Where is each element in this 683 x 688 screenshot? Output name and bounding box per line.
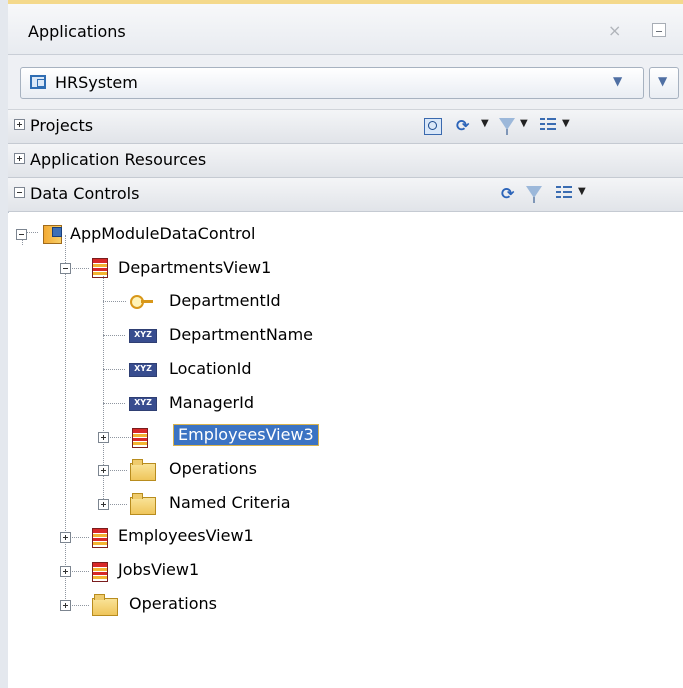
tree-row-employees-view3[interactable]: EmployeesView3 [8,424,683,453]
tree-row-location-id[interactable]: XYZ LocationId [8,359,683,387]
filter-icon[interactable] [499,118,515,135]
application-menu-button[interactable]: ▼ [649,67,679,99]
expand-icon[interactable] [60,566,71,577]
view-object-icon [92,562,108,582]
chevron-down-icon[interactable]: ▼ [578,186,586,197]
expand-icon[interactable] [98,432,109,443]
collapse-icon[interactable] [14,187,25,198]
tree-node-label: AppModuleDataControl [70,224,256,243]
close-icon[interactable]: × [608,21,621,40]
tree-row-root[interactable]: AppModuleDataControl [8,223,683,251]
list-icon[interactable] [556,185,572,199]
filter-icon[interactable] [526,186,542,203]
data-controls-title: Data Controls [30,184,140,203]
data-controls-tree: AppModuleDataControl DepartmentsView1 De… [8,213,683,688]
panel-title-bar: Applications × [8,4,683,55]
applications-panel: Applications × HRSystem ▼ ▼ Projects ⟳ ▼… [0,0,683,688]
tree-row-root-operations[interactable]: Operations [8,593,683,621]
tree-row-operations[interactable]: Operations [8,458,683,486]
tree-node-label: LocationId [169,359,252,378]
tree-node-label: Operations [129,594,217,613]
expand-icon[interactable] [60,532,71,543]
app-module-icon [43,225,62,244]
chevron-down-icon[interactable]: ▼ [520,118,528,129]
tree-row-department-id[interactable]: DepartmentId [8,291,683,319]
expand-icon[interactable] [98,465,109,476]
expand-icon[interactable] [98,499,109,510]
application-name: HRSystem [55,73,138,92]
tree-row-manager-id[interactable]: XYZ ManagerId [8,393,683,421]
application-resources-title: Application Resources [30,150,207,169]
tree-node-label: DepartmentName [169,325,314,344]
chevron-down-icon[interactable]: ▼ [562,118,570,129]
view-object-icon [92,528,108,548]
chevron-down-icon[interactable]: ▼ [613,74,622,88]
tree-row-employees-view1[interactable]: EmployeesView1 [8,525,683,553]
folder-icon [130,459,156,481]
tree-row-department-name[interactable]: XYZ DepartmentName [8,325,683,353]
key-icon [130,295,154,309]
application-selector-row: HRSystem ▼ ▼ [8,55,683,110]
application-resources-section-header[interactable]: Application Resources [8,144,683,178]
projects-section-header[interactable]: Projects ⟳ ▼ ▼ ▼ [8,110,683,144]
expand-icon[interactable] [60,600,71,611]
tree-node-label: ManagerId [169,393,255,412]
search-icon[interactable] [424,118,442,135]
view-object-icon [132,428,148,448]
panel-title: Applications [28,22,126,41]
chevron-down-icon[interactable]: ▼ [481,118,489,129]
folder-icon [130,493,156,515]
tree-node-label: EmployeesView1 [118,526,254,545]
application-icon [30,75,46,89]
collapse-icon[interactable] [60,263,71,274]
expand-icon[interactable] [14,119,25,130]
application-combo[interactable]: HRSystem ▼ [20,67,644,99]
attribute-icon: XYZ [129,397,157,411]
chevron-down-icon: ▼ [658,74,668,88]
expand-icon[interactable] [14,153,25,164]
tree-row-named-criteria[interactable]: Named Criteria [8,492,683,520]
tree-row-jobs-view1[interactable]: JobsView1 [8,559,683,587]
data-controls-section-header[interactable]: Data Controls ⟳ ▼ [8,178,683,212]
folder-icon [92,594,118,616]
tree-row-departments-view[interactable]: DepartmentsView1 [8,256,683,284]
view-object-icon [92,258,108,278]
projects-title: Projects [30,116,94,135]
tree-node-label: Operations [169,459,257,478]
refresh-icon[interactable]: ⟳ [501,184,514,203]
list-icon[interactable] [540,117,556,131]
attribute-icon: XYZ [129,363,157,377]
tree-node-label: JobsView1 [118,560,200,579]
selected-tree-node-label: EmployeesView3 [173,424,319,446]
attribute-icon: XYZ [129,329,157,343]
refresh-icon[interactable]: ⟳ [456,116,469,135]
tree-node-label: DepartmentId [169,291,281,310]
minimize-button[interactable] [652,23,666,37]
tree-node-label: DepartmentsView1 [118,258,272,277]
tree-node-label: Named Criteria [169,493,291,512]
collapse-icon[interactable] [16,229,27,240]
